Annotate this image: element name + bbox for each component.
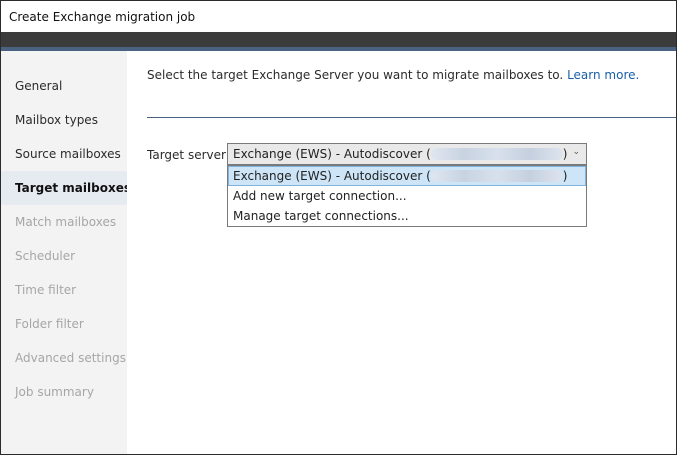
option-add-new-target-connection[interactable]: Add new target connection... (228, 186, 586, 206)
chevron-down-icon[interactable]: ⌄ (572, 147, 580, 157)
redacted-address (430, 169, 563, 182)
sidebar-item-advanced-settings: Advanced settings (15, 351, 126, 365)
wizard-sidebar: General Mailbox types Source mailboxes T… (1, 51, 131, 454)
intro-text: Select the target Exchange Server you wa… (147, 68, 639, 82)
sidebar-item-job-summary: Job summary (15, 385, 94, 399)
option-manage-target-connections[interactable]: Manage target connections... (228, 206, 586, 226)
learn-more-link[interactable]: Learn more. (567, 68, 639, 82)
target-server-dropdown-list: Exchange (EWS) - Autodiscover () Add new… (227, 165, 587, 227)
target-server-label: Target server: (147, 148, 230, 162)
main-panel: Select the target Exchange Server you wa… (127, 51, 676, 454)
redacted-address (430, 147, 563, 160)
sidebar-item-scheduler: Scheduler (15, 249, 76, 263)
section-divider (147, 117, 676, 118)
option-exchange-autodiscover[interactable]: Exchange (EWS) - Autodiscover () (228, 166, 586, 186)
intro-description: Select the target Exchange Server you wa… (147, 68, 564, 82)
target-server-selected-value: Exchange (EWS) - Autodiscover () (233, 147, 568, 161)
header-band (1, 32, 676, 47)
window-title: Create Exchange migration job (9, 10, 196, 24)
migration-job-window: Create Exchange migration job General Ma… (0, 0, 677, 455)
target-server-select[interactable]: Exchange (EWS) - Autodiscover () ⌄ (227, 143, 587, 165)
title-bar: Create Exchange migration job (1, 1, 676, 32)
sidebar-item-general[interactable]: General (1, 69, 127, 103)
sidebar-item-source-mailboxes[interactable]: Source mailboxes (1, 137, 127, 171)
sidebar-item-time-filter: Time filter (15, 283, 77, 297)
sidebar-item-mailbox-types[interactable]: Mailbox types (1, 103, 127, 137)
sidebar-item-match-mailboxes: Match mailboxes (15, 215, 117, 229)
sidebar-item-folder-filter: Folder filter (15, 317, 84, 331)
sidebar-item-target-mailboxes[interactable]: Target mailboxes (1, 171, 131, 205)
